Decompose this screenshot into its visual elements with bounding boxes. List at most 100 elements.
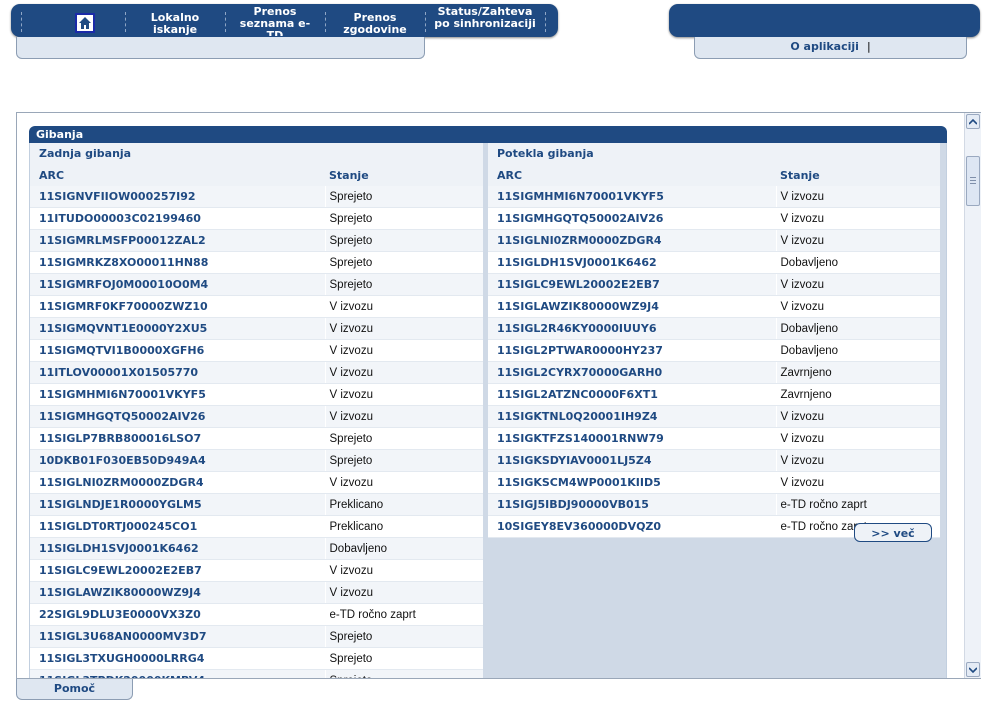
state-cell: Dobavljeno — [775, 251, 940, 274]
arc-cell[interactable]: 11SIGMHGQTQ50002AIV26 — [488, 207, 776, 230]
table-row[interactable]: 11SIGLC9EWL20002E2EB7 V izvozu — [30, 559, 483, 582]
table-row[interactable]: 10DKB01F030EB50D949A4 Sprejeto — [30, 449, 483, 472]
table-row[interactable]: 11SIGLDH1SVJ0001K6462 Dobavljeno — [30, 537, 483, 560]
column-header-arc[interactable]: ARC — [488, 165, 776, 186]
arc-cell[interactable]: 11SIGKSDYIAV0001LJ5Z4 — [488, 449, 776, 472]
table-row[interactable]: 11SIGLAWZIK80000WZ9J4 V izvozu — [488, 295, 940, 318]
arc-cell[interactable]: 11SIGMRKZ8XO00011HN88 — [30, 251, 325, 274]
table-row[interactable]: 11SIGL3TPDK20000KMBV4Sprejeto — [30, 669, 483, 678]
table-row[interactable]: 11ITUDO00003C02199460 Sprejeto — [30, 207, 483, 230]
arc-cell[interactable]: 11SIGL3TXUGH0000LRRG4 — [30, 647, 325, 670]
arc-cell[interactable]: 11SIGLC9EWL20002E2EB7 — [30, 559, 325, 582]
arc-cell[interactable]: 11SIGL3TPDK20000KMBV4 — [30, 669, 325, 678]
arc-cell[interactable]: 11SIGKTFZS140001RNW79 — [488, 427, 776, 450]
arc-cell[interactable]: 11SIGMHMI6N70001VKYF5 — [30, 383, 325, 406]
state-cell: Sprejeto — [324, 647, 483, 670]
arc-cell[interactable]: 11SIGJ5IBDJ90000VB015 — [488, 493, 776, 516]
table-row[interactable]: 11SIGJ5IBDJ90000VB015 e-TD ročno zaprt — [488, 493, 940, 516]
arc-cell[interactable]: 11SIGLAWZIK80000WZ9J4 — [30, 581, 325, 604]
table-row[interactable]: 11SIGKTNL0Q20001IH9Z4 V izvozu — [488, 405, 940, 428]
arc-cell[interactable]: 11SIGLNI0ZRM0000ZDGR4 — [488, 229, 776, 252]
scroll-thumb[interactable] — [966, 156, 980, 206]
table-row[interactable]: 11SIGKSCM4WP0001KIID5 V izvozu — [488, 471, 940, 494]
column-header-state[interactable]: Stanje — [325, 165, 483, 186]
arc-cell[interactable]: 11SIGL2PTWAR0000HY237 — [488, 339, 776, 362]
table-row[interactable]: 11SIGMRKZ8XO00011HN88 Sprejeto — [30, 251, 483, 274]
table-row[interactable]: 11SIGMHGQTQ50002AIV26 V izvozu — [30, 405, 483, 428]
column-header-arc[interactable]: ARC — [30, 165, 325, 186]
table-row[interactable]: 11SIGLC9EWL20002E2EB7 V izvozu — [488, 273, 940, 296]
table-row[interactable]: 11SIGMHMI6N70001VKYF5 V izvozu — [488, 186, 940, 208]
arc-cell[interactable]: 11SIGMRLMSFP00012ZAL2 — [30, 229, 325, 252]
vertical-scrollbar[interactable] — [964, 113, 981, 678]
table-row[interactable]: 11SIGKSDYIAV0001LJ5Z4 V izvozu — [488, 449, 940, 472]
state-cell: V izvozu — [324, 317, 483, 340]
arc-cell[interactable]: 11SIGMHGQTQ50002AIV26 — [30, 405, 325, 428]
arc-cell[interactable]: 11SIGLNDJE1R0000YGLM5 — [30, 493, 325, 516]
table-row[interactable]: 11SIGLAWZIK80000WZ9J4 V izvozu — [30, 581, 483, 604]
arc-cell[interactable]: 11SIGLNI0ZRM0000ZDGR4 — [30, 471, 325, 494]
arc-cell[interactable]: 11SIGLAWZIK80000WZ9J4 — [488, 295, 776, 318]
arc-cell[interactable]: 11SIGL2CYRX70000GARH0 — [488, 361, 776, 384]
scroll-down-button[interactable] — [966, 662, 980, 677]
arc-cell[interactable]: 11SIGMQTVI1B0000XGFH6 — [30, 339, 325, 362]
state-cell: V izvozu — [324, 295, 483, 318]
table-row[interactable]: 11SIGL2PTWAR0000HY237 Dobavljeno — [488, 339, 940, 362]
state-cell: V izvozu — [324, 361, 483, 384]
arc-cell[interactable]: 11ITUDO00003C02199460 — [30, 207, 325, 230]
about-link[interactable]: O aplikaciji — [790, 40, 859, 53]
table-row[interactable]: 11SIGMHMI6N70001VKYF5 V izvozu — [30, 383, 483, 406]
more-button[interactable]: >> več — [854, 523, 932, 542]
table-row[interactable]: 11SIGLDT0RTJ000245CO1 Preklicano — [30, 515, 483, 538]
table-row[interactable]: 11ITLOV00001X01505770 V izvozu — [30, 361, 483, 384]
table-row[interactable]: 11SIGL3U68AN0000MV3D7 Sprejeto — [30, 625, 483, 648]
arc-cell[interactable]: 10SIGEY8EV360000DVQZ0 — [488, 515, 776, 538]
arc-cell[interactable]: 11SIGLDT0RTJ000245CO1 — [30, 515, 325, 538]
scroll-up-button[interactable] — [966, 114, 980, 129]
expired-movements-table: ARC Stanje 11SIGMHMI6N70001VKYF5 V izvozu… — [488, 165, 940, 538]
nav-item-sync-status[interactable]: Status/Zahteva po sinhronizaciji — [433, 6, 537, 36]
arc-cell[interactable]: 11SIGLDH1SVJ0001K6462 — [488, 251, 776, 274]
arc-cell[interactable]: 11SIGL3U68AN0000MV3D7 — [30, 625, 325, 648]
nav-separator — [21, 12, 22, 32]
home-button[interactable] — [75, 13, 95, 33]
table-row[interactable]: 11SIGMRF0KF70000ZWZ10 V izvozu — [30, 295, 483, 318]
table-row[interactable]: 11SIGMQTVI1B0000XGFH6 V izvozu — [30, 339, 483, 362]
arc-cell[interactable]: 11SIGMHMI6N70001VKYF5 — [488, 186, 776, 208]
table-row[interactable]: 11SIGNVFIIOW000257I92 Sprejeto — [30, 186, 483, 208]
arc-cell[interactable]: 11SIGLC9EWL20002E2EB7 — [488, 273, 776, 296]
arc-cell[interactable]: 11SIGMQVNT1E0000Y2XU5 — [30, 317, 325, 340]
table-row[interactable]: 11SIGL3TXUGH0000LRRG4 Sprejeto — [30, 647, 483, 670]
arc-cell[interactable]: 11SIGLDH1SVJ0001K6462 — [30, 537, 325, 560]
table-row[interactable]: 11SIGL2ATZNC0000F6XT1 Zavrnjeno — [488, 383, 940, 406]
arc-cell[interactable]: 11SIGKSCM4WP0001KIID5 — [488, 471, 776, 494]
nav-item-etd-list-download[interactable]: Prenos seznama e-TD — [233, 6, 317, 36]
help-tab[interactable]: Pomoč — [16, 679, 133, 700]
arc-cell[interactable]: 10DKB01F030EB50D949A4 — [30, 449, 325, 472]
state-cell: Dobavljeno — [775, 339, 940, 362]
table-row[interactable]: 11SIGL2CYRX70000GARH0 Zavrnjeno — [488, 361, 940, 384]
arc-cell[interactable]: 22SIGL9DLU3E0000VX3Z0 — [30, 603, 325, 626]
arc-cell[interactable]: 11SIGKTNL0Q20001IH9Z4 — [488, 405, 776, 428]
table-row[interactable]: 11SIGLNI0ZRM0000ZDGR4 V izvozu — [30, 471, 483, 494]
table-row[interactable]: 11SIGMHGQTQ50002AIV26 V izvozu — [488, 207, 940, 230]
column-header-state[interactable]: Stanje — [776, 165, 940, 186]
arc-cell[interactable]: 11SIGMRFOJ0M00010O0M4 — [30, 273, 325, 296]
table-row[interactable]: 11SIGLNDJE1R0000YGLM5 Preklicano — [30, 493, 483, 516]
arc-cell[interactable]: 11SIGLP7BRB800016LSO7 — [30, 427, 325, 450]
table-row[interactable]: 11SIGLNI0ZRM0000ZDGR4 V izvozu — [488, 229, 940, 252]
arc-cell[interactable]: 11SIGNVFIIOW000257I92 — [30, 186, 325, 208]
arc-cell[interactable]: 11SIGL2ATZNC0000F6XT1 — [488, 383, 776, 406]
arc-cell[interactable]: 11SIGL2R46KY0000IUUY6 — [488, 317, 776, 340]
table-row[interactable]: 11SIGMQVNT1E0000Y2XU5 V izvozu — [30, 317, 483, 340]
table-row[interactable]: 11SIGKTFZS140001RNW79 V izvozu — [488, 427, 940, 450]
table-row[interactable]: 11SIGLDH1SVJ0001K6462 Dobavljeno — [488, 251, 940, 274]
arc-cell[interactable]: 11ITLOV00001X01505770 — [30, 361, 325, 384]
arc-cell[interactable]: 11SIGMRF0KF70000ZWZ10 — [30, 295, 325, 318]
table-row[interactable]: 11SIGMRFOJ0M00010O0M4 Sprejeto — [30, 273, 483, 296]
table-row[interactable]: 11SIGLP7BRB800016LSO7 Sprejeto — [30, 427, 483, 450]
state-cell: Sprejeto — [324, 229, 483, 252]
table-row[interactable]: 11SIGL2R46KY0000IUUY6 Dobavljeno — [488, 317, 940, 340]
table-row[interactable]: 22SIGL9DLU3E0000VX3Z0 e-TD ročno zaprt — [30, 603, 483, 626]
table-row[interactable]: 11SIGMRLMSFP00012ZAL2 Sprejeto — [30, 229, 483, 252]
